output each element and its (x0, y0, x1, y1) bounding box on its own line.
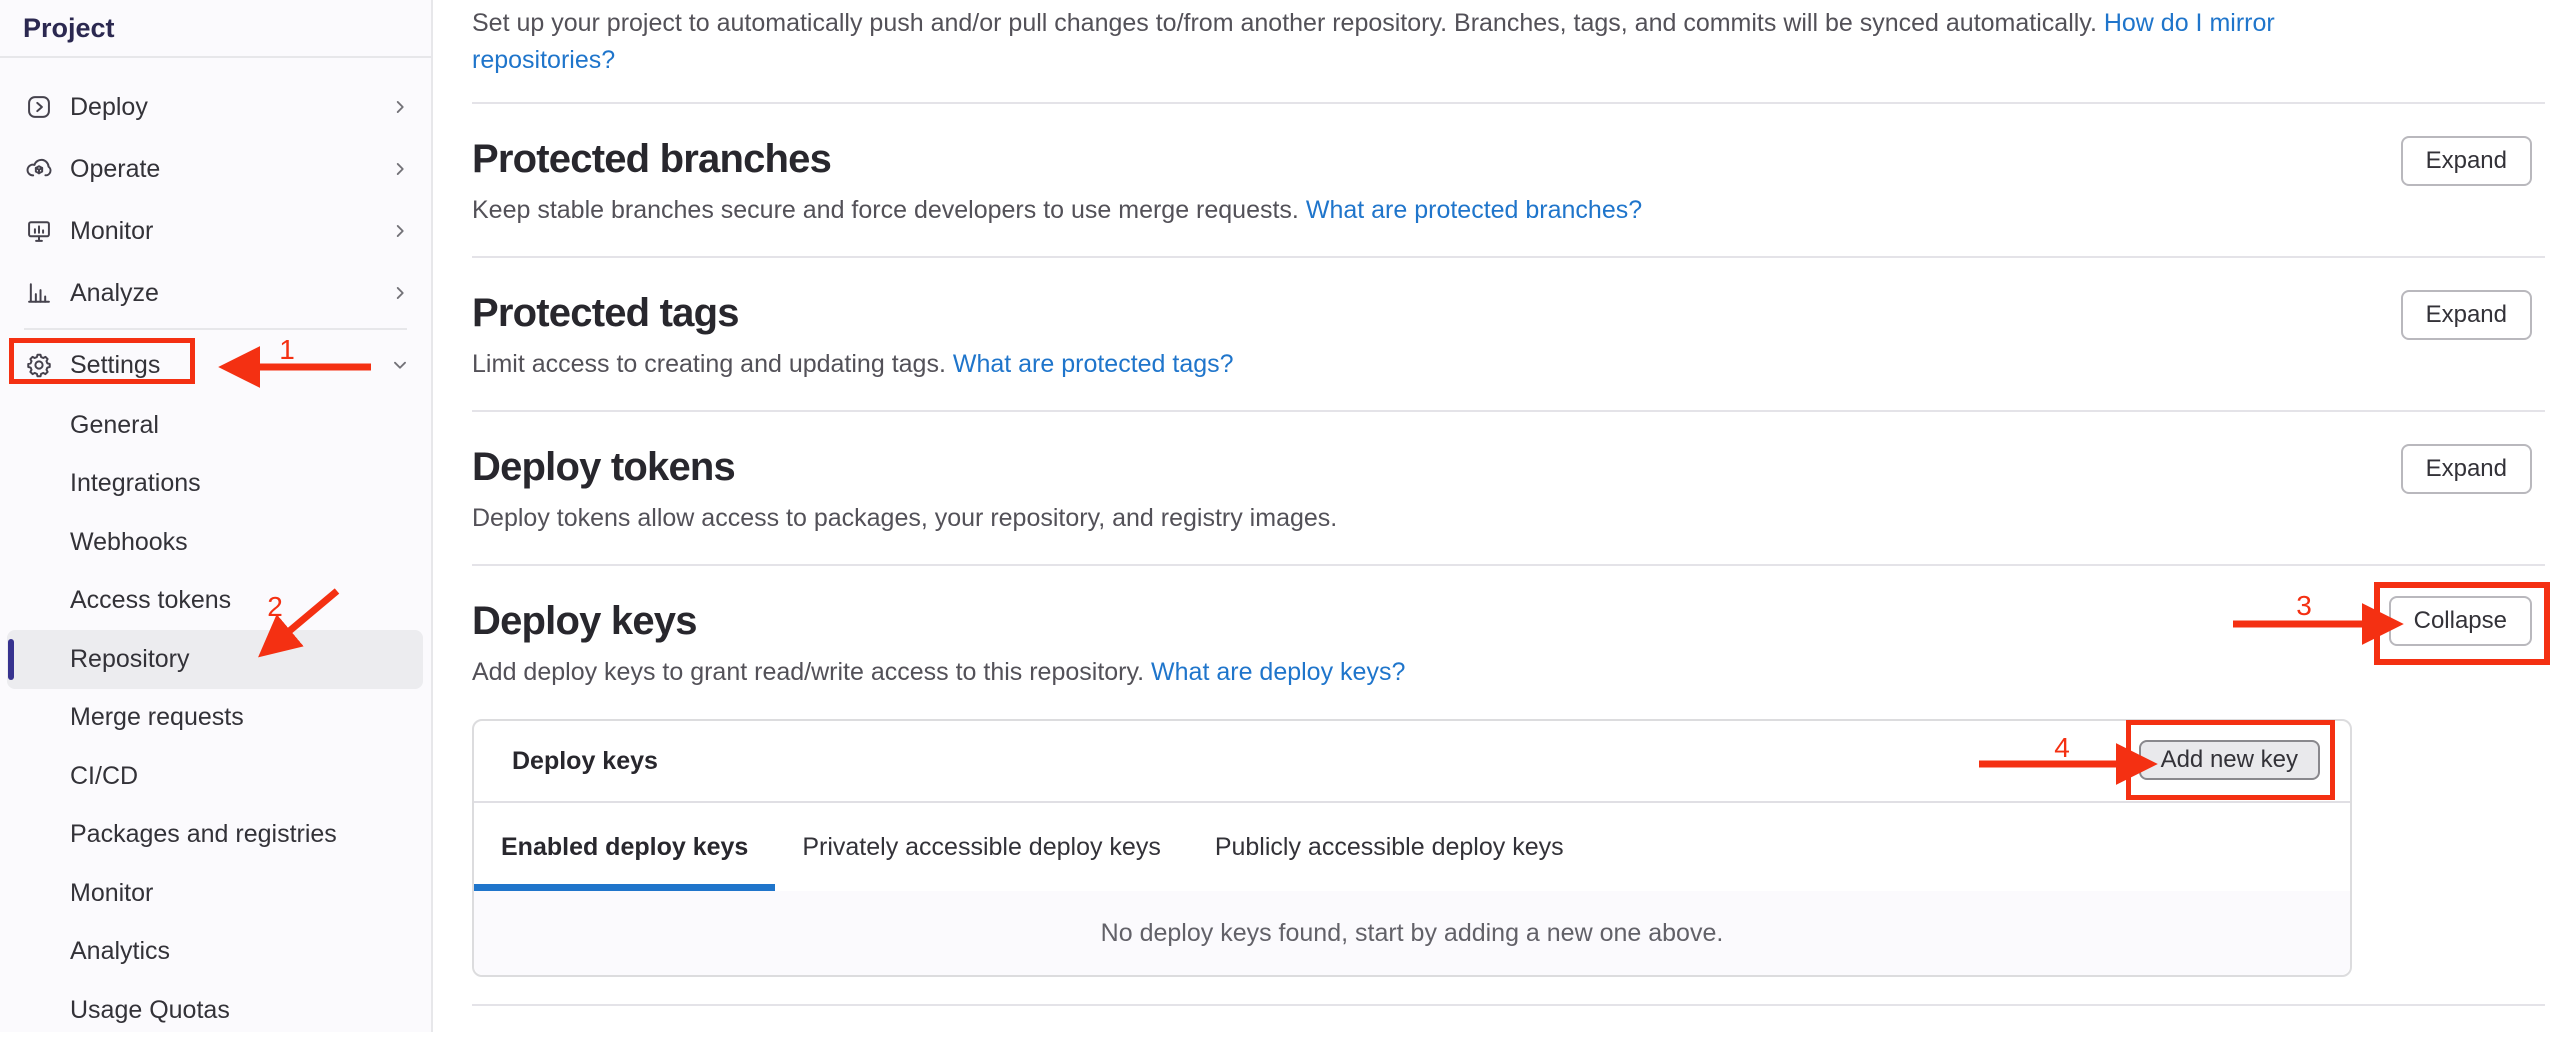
operate-icon (24, 154, 54, 184)
section-description: Keep stable branches secure and force de… (472, 192, 2545, 229)
sidebar-item-general[interactable]: General (0, 396, 431, 455)
chevron-right-icon (387, 156, 413, 182)
section-divider (472, 410, 2545, 412)
section-title: Protected tags (472, 289, 2545, 337)
sidebar-item-access-tokens[interactable]: Access tokens (0, 572, 431, 631)
add-new-key-button[interactable]: Add new key (2139, 740, 2320, 780)
analyze-icon (24, 278, 54, 308)
sidebar-item-merge-requests[interactable]: Merge requests (0, 689, 431, 748)
sidebar-item-label: Monitor (70, 217, 387, 246)
sidebar-item-deploy[interactable]: Deploy (0, 76, 431, 138)
chevron-right-icon (387, 94, 413, 120)
section-divider (472, 102, 2545, 104)
sidebar-item-packages-and-registries[interactable]: Packages and registries (0, 806, 431, 865)
sidebar-item-monitor[interactable]: Monitor (0, 200, 431, 262)
tab-publicly-accessible-deploy-keys[interactable]: Publicly accessible deploy keys (1188, 803, 1591, 891)
protected-branches-help-link[interactable]: What are protected branches? (1306, 196, 1642, 224)
section-deploy-keys: Deploy keys Collapse Add deploy keys to … (472, 597, 2545, 977)
sidebar-item-label: Analyze (70, 279, 387, 308)
mirror-settings-description: Set up your project to automatically pus… (472, 5, 2545, 79)
sidebar-divider (24, 328, 407, 330)
deploy-keys-card: Deploy keys Add new key Enabled deploy k… (472, 719, 2352, 977)
sidebar-item-analytics[interactable]: Analytics (0, 923, 431, 982)
section-deploy-tokens: Deploy tokens Expand Deploy tokens allow… (472, 443, 2545, 537)
expand-protected-tags-button[interactable]: Expand (2401, 290, 2532, 340)
sidebar-item-label: Settings (70, 351, 387, 380)
tab-enabled-deploy-keys[interactable]: Enabled deploy keys (474, 803, 775, 891)
expand-protected-branches-button[interactable]: Expand (2401, 136, 2532, 186)
sidebar-item-usage-quotas[interactable]: Usage Quotas (0, 981, 431, 1040)
sidebar-item-repository[interactable]: Repository (7, 630, 423, 689)
sidebar-item-settings[interactable]: Settings (0, 334, 431, 396)
collapse-deploy-keys-button[interactable]: Collapse (2389, 596, 2532, 646)
sidebar-item-monitor-settings[interactable]: Monitor (0, 864, 431, 923)
monitor-icon (24, 216, 54, 246)
section-description: Deploy tokens allow access to packages, … (472, 500, 2545, 537)
deploy-keys-empty-state: No deploy keys found, start by adding a … (474, 891, 2350, 975)
section-title: Protected branches (472, 135, 2545, 183)
sidebar-item-integrations[interactable]: Integrations (0, 455, 431, 514)
section-divider (472, 256, 2545, 258)
sidebar-context-title: Project (0, 0, 431, 58)
section-divider (472, 564, 2545, 566)
sidebar-item-cicd[interactable]: CI/CD (0, 747, 431, 806)
section-divider (472, 1004, 2545, 1006)
section-title: Deploy tokens (472, 443, 2545, 491)
sidebar-item-webhooks[interactable]: Webhooks (0, 513, 431, 572)
sidebar-nav: Deploy Operate Monitor (0, 58, 431, 1040)
sidebar-item-analyze[interactable]: Analyze (0, 262, 431, 324)
deploy-keys-tabs: Enabled deploy keys Privately accessible… (474, 803, 2350, 891)
section-description: Add deploy keys to grant read/write acce… (472, 654, 2545, 691)
intro-text: Set up your project to automatically pus… (472, 9, 2097, 37)
chevron-right-icon (387, 218, 413, 244)
annotation-box-add-new-key: Add new key (2126, 720, 2335, 800)
settings-submenu: General Integrations Webhooks Access tok… (0, 396, 431, 1040)
settings-icon (24, 350, 54, 380)
sidebar-item-operate[interactable]: Operate (0, 138, 431, 200)
annotation-box-collapse: Collapse (2374, 582, 2550, 665)
section-protected-tags: Protected tags Expand Limit access to cr… (472, 289, 2545, 383)
sidebar: Project Deploy Operate Monitor (0, 0, 433, 1032)
sidebar-item-label: Deploy (70, 93, 387, 122)
chevron-down-icon (387, 352, 413, 378)
section-protected-branches: Protected branches Expand Keep stable br… (472, 135, 2545, 229)
chevron-right-icon (387, 280, 413, 306)
main-content: Set up your project to automatically pus… (433, 0, 2560, 1006)
sidebar-item-label: Operate (70, 155, 387, 184)
deploy-keys-card-header: Deploy keys (474, 721, 2350, 803)
deploy-icon (24, 92, 54, 122)
deploy-keys-card-title: Deploy keys (512, 747, 658, 776)
deploy-keys-help-link[interactable]: What are deploy keys? (1151, 658, 1405, 686)
protected-tags-help-link[interactable]: What are protected tags? (953, 350, 1234, 378)
section-title: Deploy keys (472, 597, 2545, 645)
section-description: Limit access to creating and updating ta… (472, 346, 2545, 383)
tab-privately-accessible-deploy-keys[interactable]: Privately accessible deploy keys (775, 803, 1188, 891)
expand-deploy-tokens-button[interactable]: Expand (2401, 444, 2532, 494)
